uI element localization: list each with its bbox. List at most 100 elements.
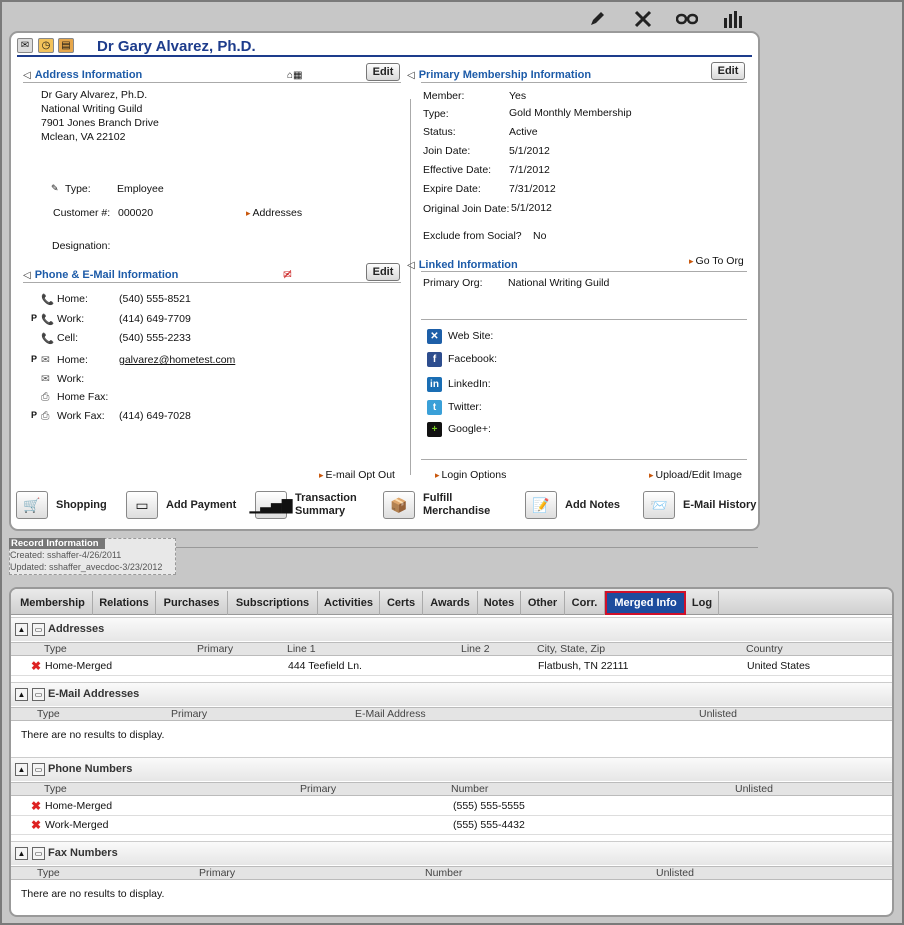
phone-group-header: ▲ ▭ Phone Numbers	[11, 757, 892, 781]
phone-column-header: Type Primary Number Unlisted	[11, 782, 892, 796]
phone-group-title: Phone Numbers	[48, 763, 133, 775]
address-edit-button[interactable]: Edit	[366, 63, 400, 81]
clock-icon[interactable]: ◷	[38, 38, 54, 53]
transaction-summary-button[interactable]: ▁▃▅▇ Transaction Summary	[249, 490, 357, 520]
email-label: Work:	[57, 373, 85, 385]
column-header: Line 1	[287, 643, 316, 655]
member-label: Status:	[423, 126, 456, 138]
delete-icon[interactable]: ✖	[31, 818, 41, 832]
cell-country: United States	[747, 660, 811, 672]
collapse-icon[interactable]: ◁	[23, 70, 31, 81]
table-row[interactable]: ✖ Home-Merged (555) 555-5555	[11, 797, 892, 816]
add-payment-button[interactable]: ▭ Add Payment	[126, 490, 236, 520]
phone-value: (414) 649-7709	[119, 313, 191, 325]
tab-corr[interactable]: Corr.	[565, 591, 605, 615]
googleplus-icon[interactable]: +	[427, 422, 442, 437]
tab-relations[interactable]: Relations	[93, 591, 156, 615]
customer-label: Customer #:	[53, 207, 111, 219]
column-header: Type	[44, 783, 67, 795]
add-notes-button[interactable]: 📝 Add Notes	[525, 490, 620, 520]
phone-edit-button[interactable]: Edit	[366, 263, 400, 281]
tab-membership[interactable]: Membership	[13, 591, 93, 615]
membership-edit-button[interactable]: Edit	[711, 62, 745, 80]
member-label: Effective Date:	[423, 164, 492, 176]
phone-divider	[23, 282, 401, 283]
pencil-icon[interactable]	[586, 9, 608, 29]
chart-icon[interactable]	[722, 9, 744, 29]
home-icon[interactable]: ⌂▦	[287, 70, 303, 81]
website-icon[interactable]: ✕	[427, 329, 442, 344]
address-line: Dr Gary Alvarez, Ph.D.	[41, 89, 148, 101]
arrow-icon: ▸	[435, 470, 440, 480]
email-group-header: ▲ ▭ E-Mail Addresses	[11, 682, 892, 706]
tools-icon[interactable]	[632, 9, 654, 29]
window-icon[interactable]: ▭	[32, 763, 45, 776]
member-label: Join Date:	[423, 145, 471, 157]
tab-certs[interactable]: Certs	[380, 591, 423, 615]
mail-icon[interactable]: ✉	[17, 38, 33, 53]
email-optout-label: E-mail Opt Out	[325, 469, 395, 481]
linkedin-icon[interactable]: in	[427, 377, 442, 392]
shopping-button[interactable]: 🛒 Shopping	[16, 490, 107, 520]
tab-activities[interactable]: Activities	[318, 591, 380, 615]
email-optout-link[interactable]: ▸ E-mail Opt Out	[319, 469, 395, 481]
column-header: Type	[44, 643, 67, 655]
customer-value: 000020	[118, 207, 154, 219]
window-icon[interactable]: ▭	[32, 623, 45, 636]
org-value: National Writing Guild	[508, 277, 610, 289]
window-icon[interactable]: ▭	[32, 847, 45, 860]
upload-image-label: Upload/Edit Image	[655, 469, 742, 481]
fulfill-merchandise-button[interactable]: 📦 Fulfill Merchandise	[383, 490, 490, 520]
collapse-up-icon[interactable]: ▲	[15, 688, 28, 701]
designation-label: Designation:	[52, 240, 111, 252]
tab-purchases[interactable]: Purchases	[156, 591, 228, 615]
tab-log[interactable]: Log	[686, 591, 719, 615]
membership-divider	[421, 82, 747, 83]
collapse-icon[interactable]: ◁	[407, 260, 415, 271]
website-label: Web Site:	[448, 330, 494, 342]
window-icon[interactable]: ▭	[32, 688, 45, 701]
fax-icon: ⎙	[41, 391, 50, 403]
login-options-link[interactable]: ▸ Login Options	[435, 469, 506, 481]
goto-org-link[interactable]: ▸ Go To Org	[689, 255, 744, 267]
column-header: Number	[425, 867, 463, 879]
email-link[interactable]: galvarez@hometest.com	[119, 354, 235, 366]
tab-notes[interactable]: Notes	[478, 591, 521, 615]
cell-city: Flatbush, TN 22111	[538, 660, 629, 672]
collapse-up-icon[interactable]: ▲	[15, 847, 28, 860]
social-value: No	[533, 230, 547, 242]
collapse-up-icon[interactable]: ▲	[15, 763, 28, 776]
googleplus-label: Google+:	[448, 423, 491, 435]
link-icon[interactable]	[676, 9, 698, 29]
upload-image-link[interactable]: ▸ Upload/Edit Image	[649, 469, 742, 481]
addresses-link[interactable]: ▸ Addresses	[246, 207, 302, 219]
tab-subscriptions[interactable]: Subscriptions	[228, 591, 318, 615]
collapse-icon[interactable]: ◁	[23, 270, 31, 281]
address-section-title: ◁ Address Information	[23, 69, 142, 81]
email-history-button[interactable]: 📨 E-Mail History	[643, 490, 756, 520]
delete-icon[interactable]: ✖	[31, 799, 41, 813]
table-row[interactable]: ✖ Home-Merged 444 Teefield Ln. Flatbush,…	[11, 657, 892, 676]
facebook-icon[interactable]: f	[427, 352, 442, 367]
no-email-icon[interactable]: ✉̸	[283, 269, 292, 281]
record-info-title: Record Information	[9, 538, 105, 549]
member-value: Active	[509, 126, 538, 138]
fulfill-label: Fulfill	[423, 492, 453, 504]
table-row[interactable]: ✖ Work-Merged (555) 555-4432	[11, 816, 892, 835]
collapse-up-icon[interactable]: ▲	[15, 623, 28, 636]
tab-merged-info[interactable]: Merged Info	[605, 591, 686, 615]
tab-bar: Membership Relations Purchases Subscript…	[11, 589, 892, 615]
email-icon: ✉	[41, 354, 50, 366]
cell-line1: 444 Teefield Ln.	[288, 660, 362, 672]
email-column-header: Type Primary E-Mail Address Unlisted	[11, 707, 892, 721]
transaction-label: Transaction	[295, 492, 357, 504]
delete-icon[interactable]: ✖	[31, 659, 41, 673]
collapse-icon[interactable]: ◁	[407, 70, 415, 81]
package-icon: 📦	[383, 491, 415, 519]
tab-other[interactable]: Other	[521, 591, 565, 615]
tab-panel: Membership Relations Purchases Subscript…	[9, 587, 894, 917]
shopping-label: Shopping	[56, 498, 107, 511]
clipboard-icon[interactable]: ▤	[58, 38, 74, 53]
twitter-icon[interactable]: t	[427, 400, 442, 415]
tab-awards[interactable]: Awards	[423, 591, 478, 615]
